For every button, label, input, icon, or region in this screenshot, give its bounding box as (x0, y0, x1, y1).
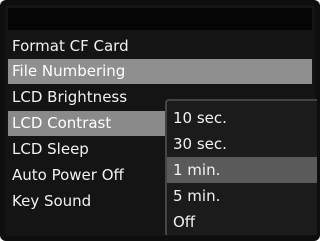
submenu-option-off[interactable]: Off (167, 209, 317, 235)
menu-item-file-numbering[interactable]: File Numbering (8, 59, 312, 84)
submenu-option-30-sec[interactable]: 30 sec. (167, 131, 317, 157)
submenu-option-10-sec[interactable]: 10 sec. (167, 105, 317, 131)
submenu-option-5-min[interactable]: 5 min. (167, 183, 317, 209)
submenu-option-1-min[interactable]: 1 min. (167, 157, 317, 183)
auto-power-off-submenu: 10 sec. 30 sec. 1 min. 5 min. Off (165, 99, 317, 235)
menu-title-bar (8, 8, 312, 30)
menu-item-lcd-contrast[interactable]: LCD Contrast (8, 111, 168, 136)
menu-item-format-cf-card[interactable]: Format CF Card (8, 34, 312, 59)
camera-lcd-screen: Format CF Card File Numbering LCD Bright… (0, 0, 320, 241)
